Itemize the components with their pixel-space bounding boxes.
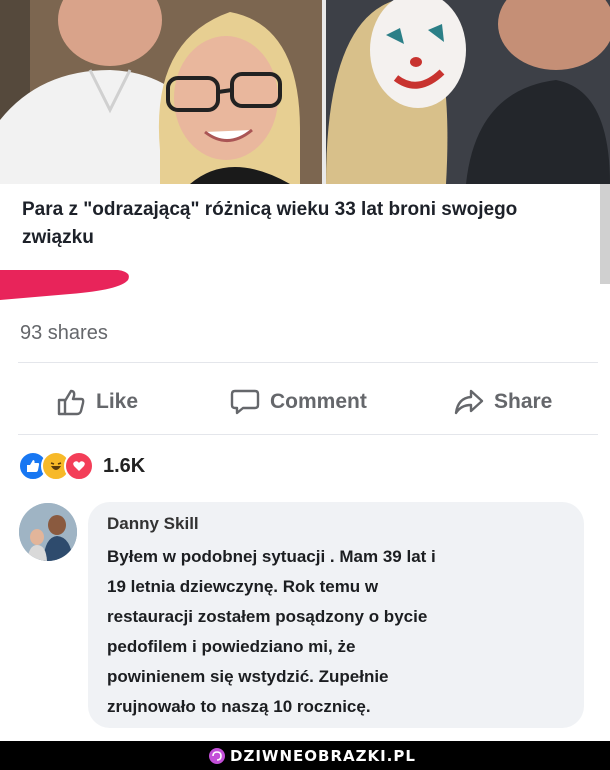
avatar[interactable] <box>19 503 77 561</box>
reaction-count: 1.6K <box>103 454 146 477</box>
speech-bubble-icon <box>230 389 260 415</box>
post-photo[interactable] <box>0 0 610 184</box>
share-label: Share <box>494 390 553 413</box>
divider <box>18 434 598 435</box>
comment-text: Byłem w podobnej sytuacji . Mam 39 lat i… <box>107 547 436 716</box>
like-label: Like <box>96 390 139 413</box>
love-icon <box>64 451 94 481</box>
watermark-logo: DZIWNEOBRAZKI.PL <box>208 745 416 767</box>
watermark-text: DZIWNEOBRAZKI.PL <box>230 747 416 765</box>
share-arrow-icon <box>454 389 484 415</box>
brain-icon <box>209 748 225 764</box>
highlight-mark <box>0 270 129 300</box>
scroll-edge <box>600 184 610 284</box>
shares-count[interactable]: 93 shares <box>20 322 108 345</box>
comment-label: Comment <box>270 390 367 413</box>
photo-right-couple <box>326 0 610 184</box>
reactions-summary[interactable]: 1.6K <box>18 451 146 481</box>
comment-button[interactable]: Comment <box>230 385 367 419</box>
post-headline[interactable]: Para z "odrazającą" różnicą wieku 33 lat… <box>22 196 542 252</box>
photo-left-couple <box>0 0 322 184</box>
share-button[interactable]: Share <box>454 385 552 419</box>
divider <box>18 362 598 363</box>
like-button[interactable]: Like <box>56 385 138 419</box>
thumbs-up-icon <box>57 389 85 416</box>
comment-author[interactable]: Danny Skill <box>107 514 199 534</box>
